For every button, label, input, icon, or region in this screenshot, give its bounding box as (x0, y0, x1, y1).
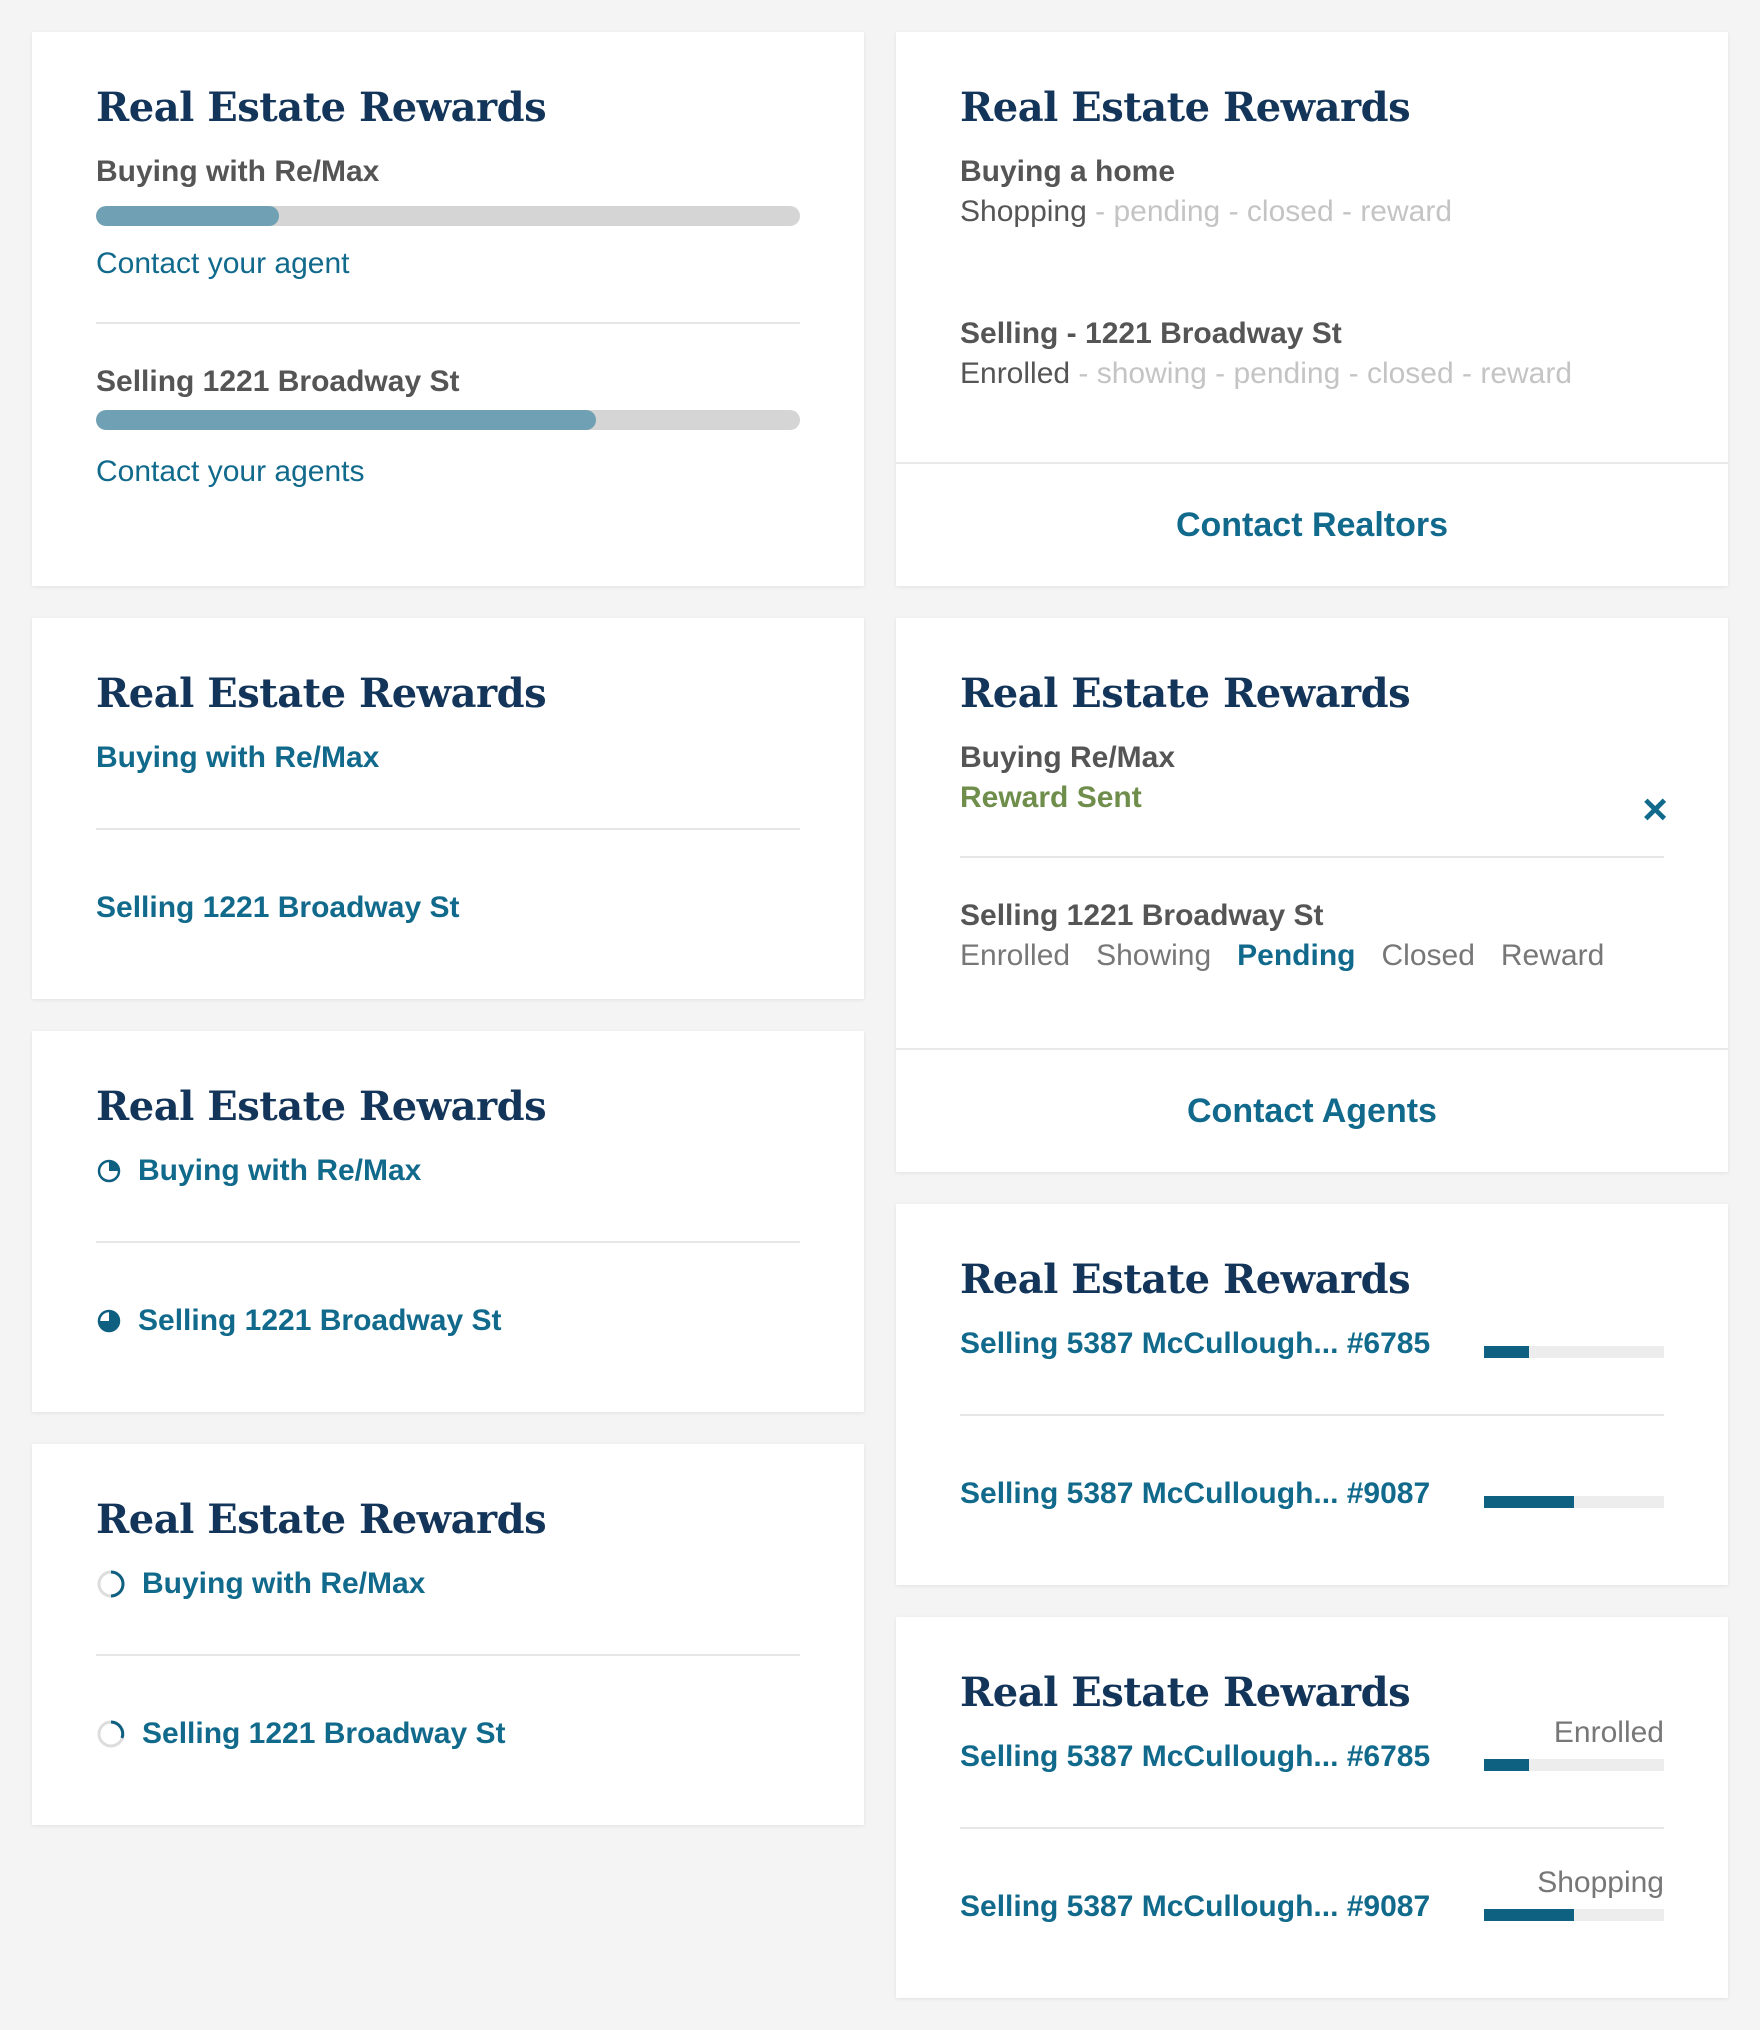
step-closed: closed (1366, 357, 1454, 390)
step-separator: - (1333, 195, 1361, 228)
listing-link[interactable]: Selling 5387 McCullough... #9087 (960, 1474, 1430, 1514)
listing-link[interactable]: Selling 5387 McCullough... #9087 (960, 1887, 1430, 1927)
divider (96, 1654, 800, 1656)
listing-progress-fill (1484, 1909, 1574, 1921)
step-pending: pending (1233, 357, 1341, 390)
rewards-card-steps: Real Estate Rewards Buying a home Shoppi… (896, 32, 1728, 586)
selling-label: Selling 1221 Broadway St (96, 365, 460, 398)
divider (96, 828, 800, 830)
contact-agents-link[interactable]: Contact your agents (96, 452, 800, 492)
selling-label: Selling - 1221 Broadway St (960, 317, 1342, 350)
listing-progress-bar (1484, 1496, 1664, 1508)
listing-progress-bar (1484, 1759, 1664, 1771)
step-enrolled: Enrolled (960, 357, 1071, 390)
buying-label: Buying with Re/Max (96, 155, 380, 188)
selling-label: Selling 1221 Broadway St (960, 899, 1324, 932)
step-separator: - (1206, 357, 1234, 390)
step-separator: - (1086, 195, 1114, 228)
listing-row[interactable]: Selling 5387 McCullough... #9087 (960, 1474, 1664, 1514)
divider (96, 1241, 800, 1243)
buying-row[interactable]: Buying with Re/Max (96, 1151, 800, 1191)
listing-row[interactable]: Selling 5387 McCullough... #9087 Shoppin… (960, 1866, 1664, 1927)
card-title: Real Estate Rewards (960, 1256, 1411, 1303)
buying-row[interactable]: Buying with Re/Max (96, 1564, 800, 1604)
selling-link[interactable]: Selling 1221 Broadway St (96, 888, 800, 928)
listing-progress-fill (1484, 1346, 1529, 1358)
listing-progress-fill (1484, 1759, 1529, 1771)
tab-reward[interactable]: Reward (1501, 936, 1604, 976)
tab-enrolled[interactable]: Enrolled (960, 936, 1070, 976)
close-icon[interactable]: × (1642, 788, 1668, 832)
selling-link[interactable]: Selling 1221 Broadway St (142, 1714, 505, 1754)
left-column: Real Estate Rewards Buying with Re/Max C… (32, 32, 864, 1857)
card-title: Real Estate Rewards (960, 84, 1411, 131)
step-closed: closed (1246, 195, 1334, 228)
rewards-card-ring-icons: Real Estate Rewards Buying with Re/Max S… (32, 1444, 864, 1825)
buying-label: Buying Re/Max (960, 741, 1176, 774)
pie-three-quarter-icon (96, 1308, 122, 1334)
rewards-card-tabs: Real Estate Rewards Buying Re/Max Reward… (896, 618, 1728, 1172)
listing-progress-bar (1484, 1909, 1664, 1921)
step-reward: reward (1360, 195, 1453, 228)
rewards-card-pie-icons: Real Estate Rewards Buying with Re/Max S… (32, 1031, 864, 1412)
listing-link[interactable]: Selling 5387 McCullough... #6785 (960, 1324, 1430, 1364)
tab-pending[interactable]: Pending (1237, 936, 1355, 976)
card-title: Real Estate Rewards (96, 1496, 547, 1543)
card-title: Real Estate Rewards (96, 670, 547, 717)
step-separator: - (1070, 357, 1097, 390)
contact-realtors-button[interactable]: Contact Realtors (896, 462, 1728, 586)
buying-label: Buying a home (960, 155, 1176, 188)
divider (960, 1827, 1664, 1829)
reward-sent-status: Reward Sent (960, 781, 1142, 814)
card-title: Real Estate Rewards (96, 1083, 547, 1130)
buying-progress-fill (96, 206, 280, 226)
listing-status: Enrolled (1553, 1716, 1664, 1749)
selling-steps: Enrolled - showing - pending - closed - … (960, 354, 1664, 394)
divider (960, 856, 1664, 858)
buying-link[interactable]: Buying with Re/Max (142, 1564, 425, 1604)
buying-link[interactable]: Buying with Re/Max (138, 1151, 421, 1191)
tab-showing[interactable]: Showing (1096, 936, 1211, 976)
selling-row[interactable]: Selling 1221 Broadway St (96, 1301, 800, 1341)
divider (96, 322, 800, 324)
contact-agent-link[interactable]: Contact your agent (96, 244, 800, 284)
ring-progress-icon (96, 1719, 126, 1749)
divider (960, 1414, 1664, 1416)
step-showing: showing (1096, 357, 1207, 390)
rewards-card-mini-bars: Real Estate Rewards Selling 5387 McCullo… (896, 1204, 1728, 1585)
step-separator: - (1340, 357, 1367, 390)
listing-progress-fill (1484, 1496, 1574, 1508)
listing-link[interactable]: Selling 5387 McCullough... #6785 (960, 1737, 1430, 1777)
card-title: Real Estate Rewards (96, 84, 547, 131)
contact-agents-button[interactable]: Contact Agents (896, 1048, 1728, 1172)
selling-progress-bar (96, 410, 800, 430)
rewards-card-progress-bars: Real Estate Rewards Buying with Re/Max C… (32, 32, 864, 586)
selling-link[interactable]: Selling 1221 Broadway St (138, 1301, 501, 1341)
listing-status: Shopping (1537, 1866, 1664, 1899)
step-pending: pending (1113, 195, 1221, 228)
right-column: Real Estate Rewards Buying a home Shoppi… (896, 32, 1728, 2030)
tab-closed[interactable]: Closed (1382, 936, 1475, 976)
buying-link[interactable]: Buying with Re/Max (96, 738, 800, 778)
rewards-card-mini-bars-status: Real Estate Rewards Selling 5387 McCullo… (896, 1617, 1728, 1998)
rewards-card-links: Real Estate Rewards Buying with Re/Max S… (32, 618, 864, 999)
listing-row[interactable]: Selling 5387 McCullough... #6785 (960, 1324, 1664, 1364)
step-reward: reward (1480, 357, 1573, 390)
step-shopping: Shopping (960, 195, 1087, 228)
card-title: Real Estate Rewards (960, 670, 1411, 717)
step-separator: - (1220, 195, 1247, 228)
step-separator: - (1453, 357, 1481, 390)
listing-row[interactable]: Selling 5387 McCullough... #6785 Enrolle… (960, 1716, 1664, 1777)
status-tabs: Enrolled Showing Pending Closed Reward (960, 936, 1664, 976)
ring-progress-icon (96, 1569, 126, 1599)
pie-quarter-icon (96, 1158, 122, 1184)
listing-progress-bar (1484, 1346, 1664, 1358)
selling-progress-fill (96, 410, 596, 430)
buying-progress-bar (96, 206, 800, 226)
buying-steps: Shopping - pending - closed - reward (960, 192, 1664, 232)
selling-row[interactable]: Selling 1221 Broadway St (96, 1714, 800, 1754)
